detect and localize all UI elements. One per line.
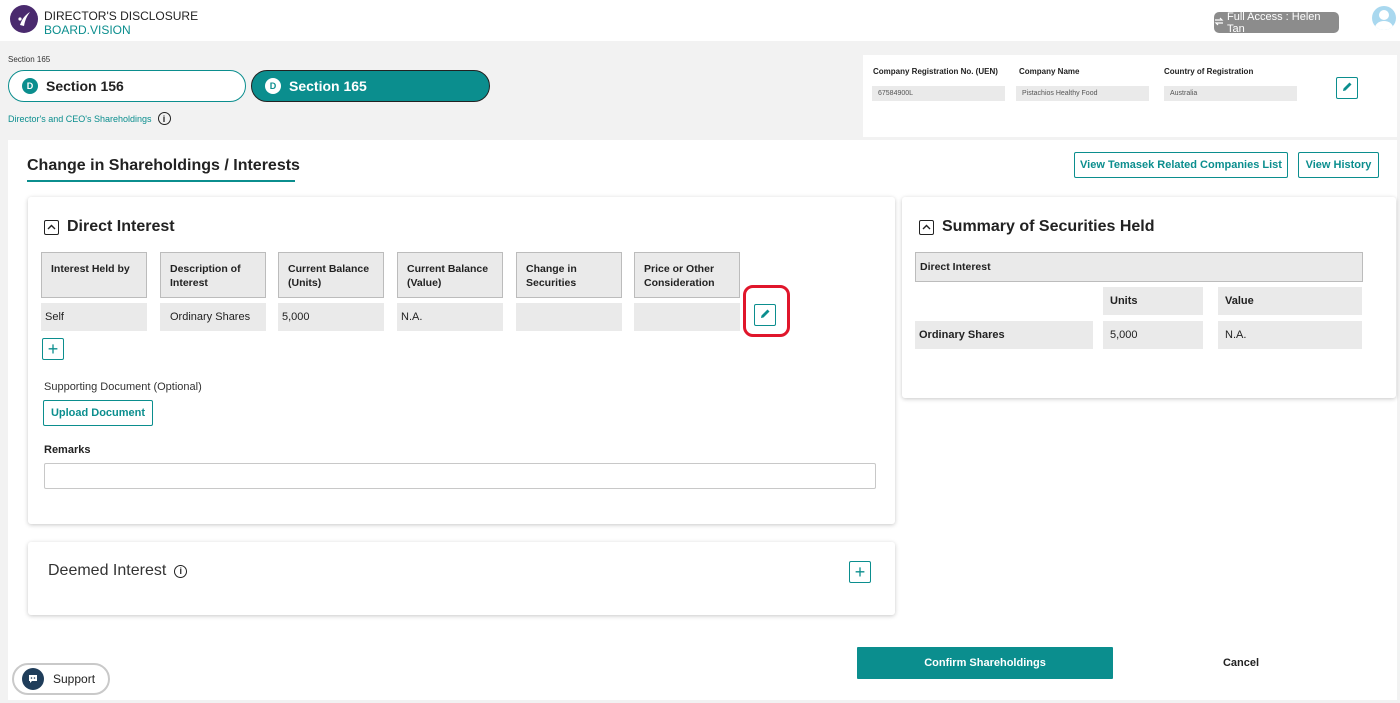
direct-interest-card: Direct Interest Interest Held by Descrip… bbox=[28, 197, 895, 524]
summary-label: Summary of Securities Held bbox=[942, 218, 1155, 235]
app-subtitle: BOARD.VISION bbox=[44, 23, 131, 37]
board-vision-logo[interactable] bbox=[10, 5, 38, 33]
pencil-icon bbox=[760, 306, 771, 324]
shareholdings-link[interactable]: Director's and CEO's Shareholdings i bbox=[8, 112, 171, 125]
page-title: Change in Shareholdings / Interests bbox=[27, 157, 300, 174]
upload-document-button[interactable]: Upload Document bbox=[43, 400, 153, 426]
column-description: Description of Interest bbox=[160, 252, 266, 298]
supporting-document-label: Supporting Document (Optional) bbox=[44, 381, 202, 393]
company-info-card: Company Registration No. (UEN) Company N… bbox=[863, 55, 1397, 137]
app-title: DIRECTOR'S DISCLOSURE bbox=[44, 9, 199, 23]
direct-interest-title: Direct Interest bbox=[44, 218, 175, 236]
pencil-icon bbox=[1342, 79, 1353, 97]
summary-card: Summary of Securities Held Direct Intere… bbox=[902, 197, 1396, 398]
remarks-input[interactable] bbox=[44, 463, 876, 489]
plus-icon: + bbox=[47, 339, 59, 359]
direct-interest-label: Direct Interest bbox=[67, 218, 175, 235]
column-balance-value: Current Balance (Value) bbox=[397, 252, 503, 298]
column-change-securities: Change in Securities bbox=[516, 252, 622, 298]
cell-interest-held-by: Self bbox=[41, 303, 147, 331]
app-header: DIRECTOR'S DISCLOSURE BOARD.VISION Full … bbox=[0, 0, 1400, 41]
shareholdings-link-label: Director's and CEO's Shareholdings bbox=[8, 113, 152, 124]
uen-label: Company Registration No. (UEN) bbox=[873, 67, 998, 76]
summary-title: Summary of Securities Held bbox=[919, 218, 1155, 236]
summary-row-label: Ordinary Shares bbox=[915, 321, 1093, 349]
info-icon[interactable]: i bbox=[157, 112, 171, 125]
collapse-icon[interactable] bbox=[919, 219, 934, 235]
access-label: Full Access : Helen Tan bbox=[1227, 10, 1321, 35]
cell-balance-units: 5,000 bbox=[278, 303, 384, 331]
tab-section-156[interactable]: D Section 156 bbox=[8, 70, 246, 102]
cell-change-securities bbox=[516, 303, 622, 331]
access-switcher[interactable]: Full Access : Helen Tan bbox=[1214, 10, 1339, 35]
title-underline bbox=[27, 180, 295, 182]
cancel-button[interactable]: Cancel bbox=[1200, 647, 1282, 679]
tab-section-165[interactable]: D Section 165 bbox=[251, 70, 490, 102]
confirm-shareholdings-button[interactable]: Confirm Shareholdings bbox=[857, 647, 1113, 679]
tab-label: Section 156 bbox=[46, 78, 124, 94]
company-name-label: Company Name bbox=[1019, 67, 1080, 76]
support-button[interactable]: Support bbox=[12, 663, 110, 695]
deemed-interest-title: Deemed Interest i bbox=[48, 562, 188, 580]
swap-icon bbox=[1214, 17, 1224, 29]
company-name-value: Pistachios Healthy Food bbox=[1016, 86, 1149, 101]
cell-price-consideration bbox=[634, 303, 740, 331]
summary-row-value: N.A. bbox=[1218, 321, 1362, 349]
units-header: Units bbox=[1103, 287, 1203, 315]
value-header: Value bbox=[1218, 287, 1362, 315]
country-label: Country of Registration bbox=[1164, 67, 1254, 76]
summary-section-header: Direct Interest bbox=[915, 252, 1363, 282]
cell-balance-value: N.A. bbox=[397, 303, 503, 331]
edit-row-button[interactable] bbox=[754, 304, 776, 326]
main-panel: Change in Shareholdings / Interests View… bbox=[8, 140, 1397, 700]
tab-label: Section 165 bbox=[289, 78, 367, 94]
directors-icon: D bbox=[265, 78, 281, 94]
remarks-label: Remarks bbox=[44, 444, 91, 456]
column-price-consideration: Price or Other Consideration bbox=[634, 252, 740, 298]
info-icon[interactable]: i bbox=[174, 564, 188, 578]
support-label: Support bbox=[53, 672, 96, 686]
cell-description: Ordinary Shares bbox=[160, 303, 266, 331]
chat-icon bbox=[22, 668, 44, 690]
view-temasek-companies-button[interactable]: View Temasek Related Companies List bbox=[1074, 152, 1288, 178]
country-value: Australia bbox=[1164, 86, 1297, 101]
user-avatar[interactable] bbox=[1372, 6, 1396, 30]
uen-value: 67584900L bbox=[872, 86, 1005, 101]
view-history-button[interactable]: View History bbox=[1298, 152, 1379, 178]
directors-icon: D bbox=[22, 78, 38, 94]
collapse-icon[interactable] bbox=[44, 219, 59, 235]
plus-icon: + bbox=[854, 562, 866, 582]
deemed-interest-label: Deemed Interest bbox=[48, 562, 167, 579]
deemed-interest-card: Deemed Interest i + bbox=[28, 542, 895, 615]
edit-company-button[interactable] bbox=[1336, 77, 1358, 99]
column-interest-held-by: Interest Held by bbox=[41, 252, 147, 298]
add-interest-button[interactable]: + bbox=[42, 338, 64, 360]
add-deemed-interest-button[interactable]: + bbox=[849, 561, 871, 583]
breadcrumb: Section 165 bbox=[8, 55, 51, 64]
column-balance-units: Current Balance (Units) bbox=[278, 252, 384, 298]
summary-row-units: 5,000 bbox=[1103, 321, 1203, 349]
